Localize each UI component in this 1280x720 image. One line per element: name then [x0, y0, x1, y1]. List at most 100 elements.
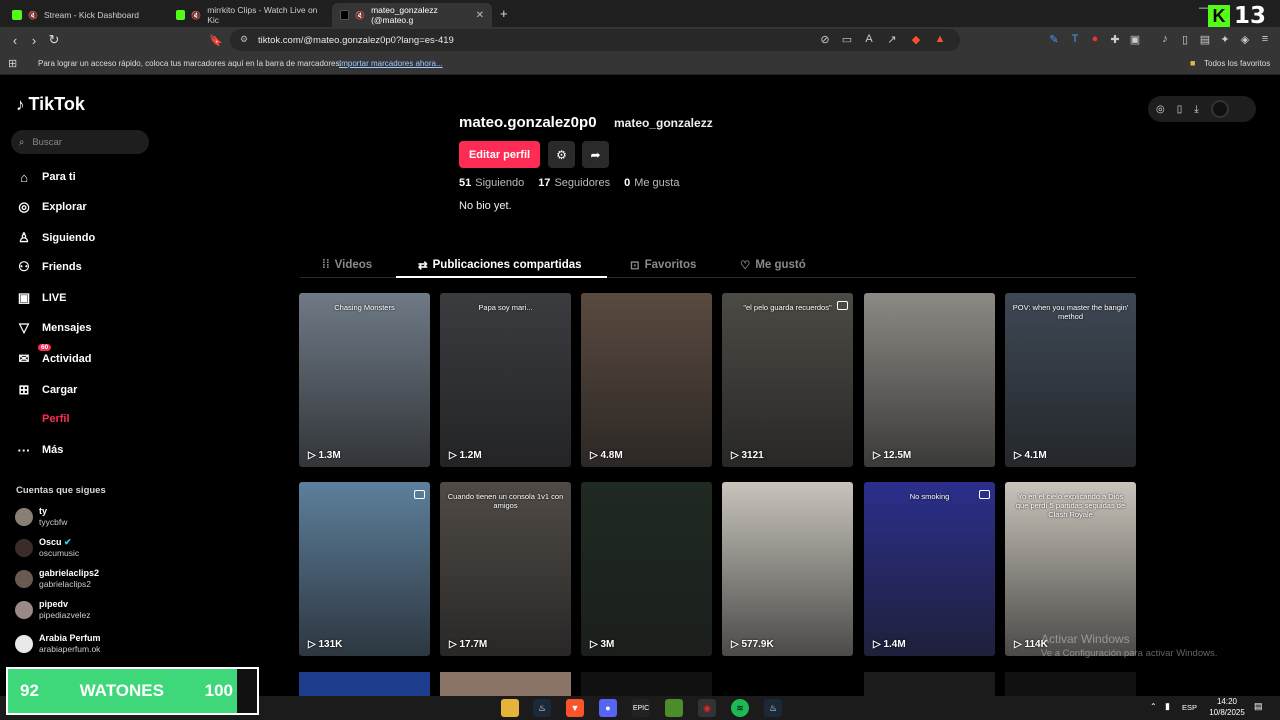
- vpn-icon[interactable]: ◈: [1238, 32, 1252, 46]
- video-thumbnail[interactable]: No smoking ▷ 1.4M: [864, 482, 995, 656]
- tab-tiktok-profile[interactable]: 🔇 mateo_gonzalezz (@mateo.g ✕: [332, 3, 492, 27]
- tab-kick-dashboard[interactable]: 🔇 Stream - Kick Dashboard: [4, 3, 166, 27]
- spotify-icon[interactable]: ≋: [731, 699, 749, 717]
- sidebar-item-mas[interactable]: ··· Más: [16, 440, 64, 460]
- clock-time: 14:20: [1216, 697, 1238, 706]
- sidebar-item-perfil[interactable]: Perfil: [42, 409, 70, 429]
- extension-icon[interactable]: ✎: [1047, 32, 1061, 46]
- back-button[interactable]: ‹: [6, 31, 24, 49]
- reload-button[interactable]: ↻: [45, 31, 63, 49]
- brave-icon[interactable]: ▼: [566, 699, 584, 717]
- bookmarks-prompt: Para lograr un acceso rápido, coloca tus…: [38, 59, 342, 68]
- cast-icon[interactable]: ▭: [840, 32, 854, 46]
- stat-following[interactable]: 51 Siguiendo: [459, 177, 524, 189]
- video-thumbnail-partial[interactable]: [1005, 672, 1136, 696]
- media-icon[interactable]: ♪: [1158, 32, 1172, 46]
- followed-account[interactable]: Arabia Perfum arabiaperfum.ok: [15, 633, 101, 655]
- steam-icon[interactable]: ♨: [764, 699, 782, 717]
- video-thumbnail-partial[interactable]: [864, 672, 995, 696]
- share-profile-button[interactable]: ➦: [582, 141, 609, 168]
- tiktok-logo[interactable]: ♪ TikTok: [16, 94, 85, 115]
- tab-videos[interactable]: ⁞⁞ Videos: [322, 252, 372, 278]
- search-input[interactable]: ⌕ Buscar: [11, 130, 149, 154]
- share-icon[interactable]: ↗: [885, 32, 899, 46]
- video-thumbnail[interactable]: Cuando tienen un consola 1v1 con amigos ▷…: [440, 482, 571, 656]
- bookmark-icon[interactable]: 🔖: [207, 31, 225, 49]
- translate-icon[interactable]: A: [862, 32, 876, 46]
- wallet-icon[interactable]: ▤: [1198, 32, 1212, 46]
- epic-games-icon[interactable]: EPIC: [632, 699, 650, 717]
- chevron-up-icon[interactable]: ⌃: [1150, 702, 1157, 711]
- video-thumbnail[interactable]: ▷ 4.8M: [581, 293, 712, 467]
- followed-account[interactable]: pipedv pipediazvelez: [15, 599, 91, 621]
- sidebar-item-friends[interactable]: ⚇ Friends: [16, 257, 82, 277]
- extension-icon[interactable]: T: [1068, 32, 1082, 46]
- sidebar-item-para-ti[interactable]: ⌂ Para ti: [16, 167, 76, 187]
- clock[interactable]: 14:20 10/8/2025: [1204, 696, 1250, 718]
- notification-icon[interactable]: ▤: [1254, 701, 1263, 712]
- tracking-icon[interactable]: ⊘: [818, 32, 832, 46]
- video-thumbnail[interactable]: ▷ 131K: [299, 482, 430, 656]
- followed-account[interactable]: gabrielaclips2 gabrielaclips2: [15, 568, 99, 590]
- video-thumbnail[interactable]: ▷ 577.9K: [722, 482, 853, 656]
- view-count: ▷ 131K: [308, 639, 342, 650]
- app-icon[interactable]: ◉: [698, 699, 716, 717]
- edit-profile-button[interactable]: Editar perfil: [459, 141, 540, 168]
- import-bookmarks-link[interactable]: Importar marcadores ahora...: [339, 59, 443, 68]
- avatar[interactable]: [1210, 100, 1229, 118]
- brave-shield-icon[interactable]: ◆: [909, 32, 923, 46]
- sidebar-item-cargar[interactable]: ⊞ Cargar: [16, 380, 78, 400]
- video-thumbnail[interactable]: ▷ 3M: [581, 482, 712, 656]
- upload-icon: ⊞: [18, 382, 30, 397]
- video-thumbnail-partial[interactable]: [440, 672, 571, 696]
- sidebar-icon[interactable]: ▯: [1178, 32, 1192, 46]
- play-icon: ▷: [1014, 450, 1025, 461]
- steam-icon[interactable]: ♨: [533, 699, 551, 717]
- minecraft-icon[interactable]: [665, 699, 683, 717]
- followed-account[interactable]: Oscu ✔ oscumusic: [15, 537, 79, 559]
- sidebar-item-explorar[interactable]: ◎ Explorar: [16, 197, 86, 217]
- sidebar-item-siguiendo[interactable]: ♙ Siguiendo: [16, 228, 95, 248]
- phone-icon[interactable]: ▯: [1177, 104, 1183, 115]
- forward-button[interactable]: ›: [25, 31, 43, 49]
- video-thumbnail[interactable]: Yo en el cielo explicando a Dios que per…: [1005, 482, 1136, 656]
- video-thumbnail[interactable]: Chasing Monsters ▷ 1.3M: [299, 293, 430, 467]
- download-icon[interactable]: ⤓: [1194, 104, 1198, 115]
- view-count-value: 4.1M: [1024, 450, 1047, 461]
- file-explorer-icon[interactable]: [501, 699, 519, 717]
- sidebar-item-mensajes[interactable]: ▽ Mensajes: [16, 318, 92, 338]
- close-tab-icon[interactable]: ✕: [476, 10, 484, 21]
- puzzle-icon[interactable]: ✚: [1108, 32, 1122, 46]
- video-thumbnail[interactable]: ▷ 12.5M: [864, 293, 995, 467]
- microphone-icon[interactable]: ▮: [1165, 701, 1170, 712]
- settings-button[interactable]: ⚙: [548, 141, 575, 168]
- tab-shared-posts[interactable]: ⇄ Publicaciones compartidas: [418, 252, 582, 278]
- stat-followers[interactable]: 17 Seguidores: [538, 177, 610, 189]
- video-thumbnail-partial[interactable]: [299, 672, 430, 696]
- menu-icon[interactable]: ≡: [1258, 32, 1272, 46]
- new-tab-button[interactable]: +: [500, 6, 508, 21]
- leo-icon[interactable]: ✦: [1218, 32, 1232, 46]
- brave-rewards-icon[interactable]: ▲: [933, 32, 947, 46]
- sidebar-item-live[interactable]: ▣ LIVE: [16, 288, 67, 308]
- compass-icon[interactable]: ◎: [1156, 104, 1165, 115]
- followed-account[interactable]: ty tyycbfw: [15, 506, 67, 528]
- screenshot-icon[interactable]: ▣: [1128, 32, 1142, 46]
- view-count-value: 3121: [741, 450, 764, 461]
- video-thumbnail[interactable]: POV: when you master the bangin' method ▷…: [1005, 293, 1136, 467]
- tab-liked[interactable]: ♡ Me gustó: [740, 252, 806, 278]
- sidebar-item-actividad[interactable]: ✉ 60 Actividad: [16, 344, 92, 369]
- all-bookmarks-button[interactable]: Todos los favoritos: [1204, 59, 1270, 68]
- mute-icon: 🔇: [191, 10, 202, 20]
- nav-label: Actividad: [42, 353, 92, 365]
- video-thumbnail[interactable]: Papa soy mari... ▷ 1.2M: [440, 293, 571, 467]
- tab-favorites[interactable]: ⊡ Favoritos: [630, 252, 696, 278]
- discord-icon[interactable]: ●: [599, 699, 617, 717]
- video-thumbnail[interactable]: "el pelo guarda recuerdos" ▷ 3121: [722, 293, 853, 467]
- language-indicator[interactable]: ESP: [1182, 703, 1197, 712]
- video-thumbnail-partial[interactable]: [581, 672, 712, 696]
- site-info-icon[interactable]: ⚙: [240, 34, 248, 45]
- apps-icon[interactable]: ⊞: [8, 57, 17, 70]
- extension-icon[interactable]: ●: [1088, 32, 1102, 46]
- tab-mirrkito-clips[interactable]: 🔇 mirrkito Clips - Watch Live on Kic: [168, 3, 330, 27]
